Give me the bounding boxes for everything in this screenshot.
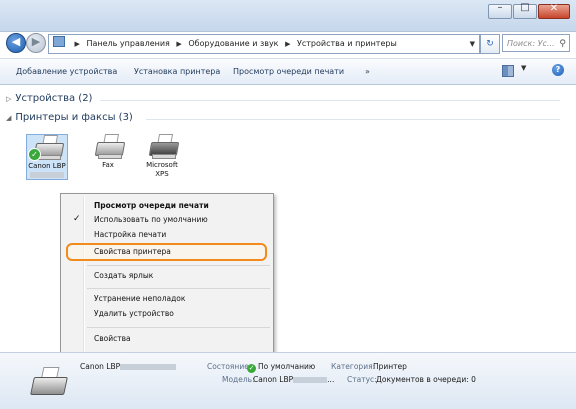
- menu-separator: [87, 327, 270, 328]
- menu-item-view-queue[interactable]: Просмотр очереди печати: [94, 201, 209, 210]
- details-category-key: Категория:: [331, 362, 376, 371]
- add-device-button[interactable]: Добавление устройства: [16, 59, 117, 84]
- context-menu: Просмотр очереди печати ✓ Использовать п…: [60, 193, 274, 355]
- menu-separator: [87, 265, 270, 266]
- printer-label: Fax: [102, 161, 114, 169]
- back-button[interactable]: ◀: [6, 33, 26, 53]
- menu-item-set-default[interactable]: Использовать по умолчанию: [94, 215, 208, 224]
- breadcrumb-separator-icon: ▶: [176, 40, 182, 48]
- printer-item-fax[interactable]: Fax: [88, 134, 128, 170]
- forward-arrow-icon: ▶: [31, 35, 41, 48]
- fax-icon: [92, 134, 126, 159]
- printer-item-xps[interactable]: Microsoft XPS: [142, 134, 182, 179]
- printer-label: Canon LBP: [28, 162, 66, 170]
- redacted-text: [30, 172, 64, 178]
- address-dropdown-icon[interactable]: ▼: [470, 35, 475, 53]
- add-printer-button[interactable]: Установка принтера: [134, 59, 220, 84]
- help-button[interactable]: ?: [552, 64, 564, 76]
- breadcrumb-devices-printers[interactable]: Устройства и принтеры: [297, 39, 397, 48]
- printer-label: Microsoft XPS: [146, 161, 178, 178]
- group-divider: [146, 119, 560, 120]
- address-bar[interactable]: ▶ Панель управления ▶ Оборудование и зву…: [48, 34, 480, 54]
- search-input[interactable]: Поиск: Ус... ⚲: [502, 34, 570, 52]
- breadcrumb-separator-icon: ▶: [74, 40, 80, 48]
- printer-icon: [146, 134, 180, 159]
- devices-group-header[interactable]: ▷ Устройства (2): [6, 93, 92, 104]
- title-bar: – □ ✕: [0, 0, 576, 32]
- window-controls: – □ ✕: [487, 2, 570, 19]
- change-view-icon[interactable]: [502, 65, 514, 77]
- close-button[interactable]: ✕: [538, 3, 570, 19]
- back-arrow-icon: ◀: [11, 35, 21, 48]
- details-status-key: Статус:: [347, 375, 377, 384]
- menu-item-create-shortcut[interactable]: Создать ярлык: [94, 271, 153, 280]
- menu-gutter: [83, 196, 85, 352]
- more-commands-button[interactable]: »: [365, 59, 370, 84]
- printer-icon: ✓: [28, 135, 65, 161]
- group-divider: [100, 100, 560, 101]
- collapse-triangle-icon: ◢: [6, 114, 12, 122]
- minimize-button[interactable]: –: [488, 2, 512, 19]
- menu-item-printing-preferences[interactable]: Настройка печати: [94, 230, 166, 239]
- printers-group-header[interactable]: ◢ Принтеры и факсы (3): [6, 112, 133, 123]
- breadcrumb-control-panel[interactable]: Панель управления: [86, 39, 169, 48]
- breadcrumb-hardware-sound[interactable]: Оборудование и звук: [188, 39, 278, 48]
- menu-item-printer-properties[interactable]: Свойства принтера: [94, 247, 171, 256]
- details-model-value: Canon LBP...: [253, 375, 335, 384]
- details-model-key: Модель:: [222, 375, 255, 384]
- menu-item-properties[interactable]: Свойства: [94, 334, 131, 343]
- menu-item-troubleshoot[interactable]: Устранение неполадок: [94, 294, 185, 303]
- checkmark-icon: ✓: [73, 214, 81, 224]
- control-panel-icon: [53, 36, 65, 47]
- menu-separator: [87, 288, 270, 289]
- view-dropdown-icon[interactable]: ▼: [521, 64, 526, 72]
- menu-item-remove-device[interactable]: Удалить устройство: [94, 309, 174, 318]
- details-status-value: Документов в очереди: 0: [376, 375, 476, 384]
- printer-icon: [28, 363, 68, 399]
- breadcrumb-separator-icon: ▶: [285, 40, 291, 48]
- default-check-icon: ✓: [247, 364, 256, 373]
- refresh-icon: ↻: [486, 39, 494, 49]
- refresh-button[interactable]: ↻: [480, 34, 500, 54]
- command-bar: Добавление устройства Установка принтера…: [0, 58, 576, 85]
- magnifier-icon: ⚲: [559, 39, 566, 49]
- details-printer-name: Canon LBP: [80, 362, 177, 371]
- devices-and-printers-window: – □ ✕ ◀ ▶ ▶ Панель управления ▶ Оборудов…: [0, 0, 576, 409]
- printer-item-canon[interactable]: ✓ Canon LBP: [26, 134, 68, 180]
- expand-triangle-icon: ▷: [6, 95, 12, 103]
- default-check-icon: ✓: [28, 148, 41, 161]
- maximize-button[interactable]: □: [513, 2, 537, 19]
- details-pane: Canon LBP Состояние: ✓ По умолчанию Катег…: [0, 352, 576, 409]
- view-print-queue-button[interactable]: Просмотр очереди печати: [233, 59, 344, 84]
- forward-button[interactable]: ▶: [26, 33, 46, 53]
- details-category-value: Принтер: [373, 362, 407, 371]
- details-state-value: ✓ По умолчанию: [247, 362, 316, 373]
